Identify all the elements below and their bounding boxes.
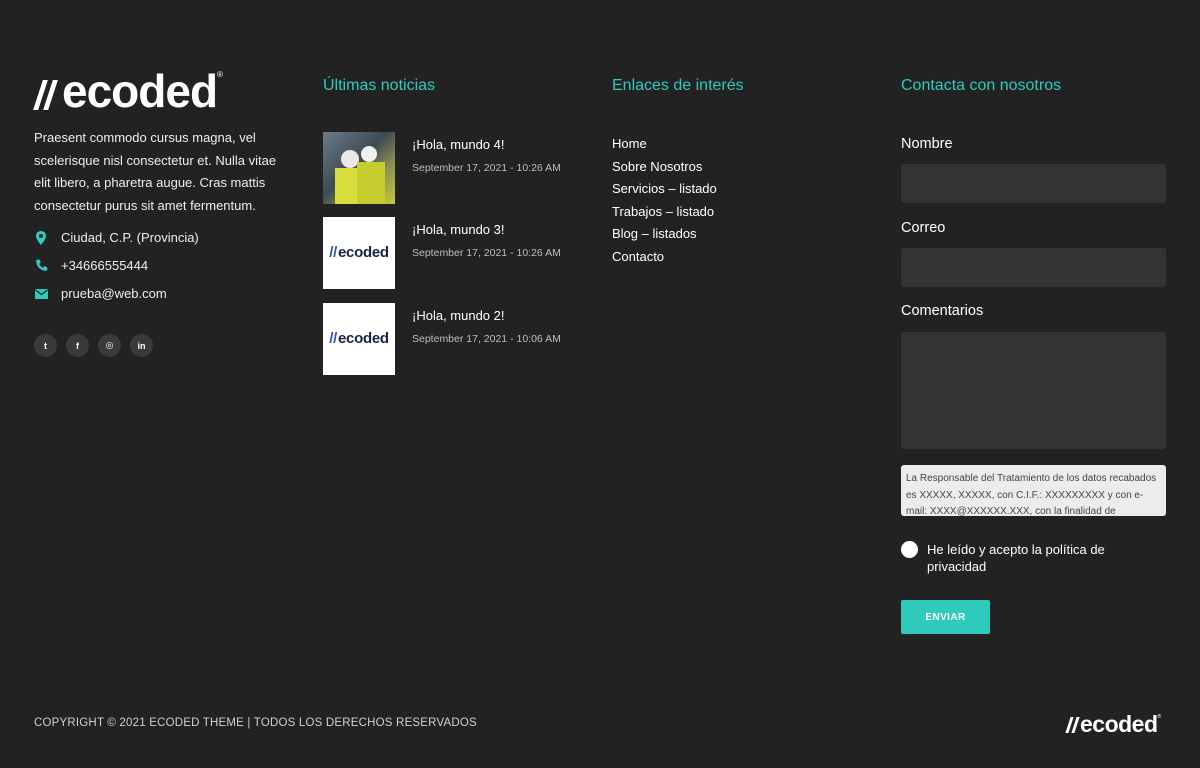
registered-mark: ® — [217, 70, 223, 79]
phone-text[interactable]: +34666555444 — [61, 258, 148, 273]
link-servicios[interactable]: Servicios – listado — [612, 178, 717, 201]
logo-text: ecoded — [62, 65, 218, 117]
mail-icon — [34, 287, 48, 301]
logo-slashes-icon — [1065, 717, 1080, 739]
news-title[interactable]: ¡Hola, mundo 4! — [412, 137, 561, 152]
news-item[interactable]: //ecoded ¡Hola, mundo 2! September 17, 2… — [323, 303, 561, 375]
comments-field[interactable] — [901, 332, 1166, 449]
registered-mark: ® — [1157, 714, 1162, 720]
news-date: September 17, 2021 - 10:06 AM — [412, 333, 561, 345]
consent-label[interactable]: He leído y acepto la política de privaci… — [927, 541, 1127, 575]
thumbnail-logo: //ecoded — [329, 244, 389, 261]
privacy-consent[interactable]: He leído y acepto la política de privaci… — [901, 541, 1127, 575]
address-text: Ciudad, C.P. (Provincia) — [61, 230, 199, 245]
about-text: Praesent commodo cursus magna, vel scele… — [34, 130, 277, 213]
privacy-notice-box[interactable]: La Responsable del Tratamiento de los da… — [901, 465, 1166, 516]
email-line[interactable]: prueba@web.com — [34, 286, 167, 301]
email-text[interactable]: prueba@web.com — [61, 286, 167, 301]
news-thumbnail[interactable]: //ecoded — [323, 303, 395, 375]
footer-logo[interactable]: ecoded ® — [1065, 711, 1162, 739]
copyright-text: COPYRIGHT © 2021 ECODED THEME | TODOS LO… — [34, 717, 477, 729]
twitter-icon[interactable]: t — [34, 334, 57, 357]
link-home[interactable]: Home — [612, 133, 717, 156]
name-field[interactable] — [901, 164, 1166, 203]
news-thumbnail[interactable]: //ecoded — [323, 217, 395, 289]
linkedin-icon[interactable]: in — [130, 334, 153, 357]
phone-icon — [34, 259, 48, 273]
link-trabajos[interactable]: Trabajos – listado — [612, 201, 717, 224]
consent-radio[interactable] — [901, 541, 918, 558]
link-contacto[interactable]: Contacto — [612, 246, 717, 269]
name-label: Nombre — [901, 136, 953, 152]
address-line: Ciudad, C.P. (Provincia) — [34, 230, 199, 245]
news-heading: Últimas noticias — [323, 77, 436, 94]
link-sobre-nosotros[interactable]: Sobre Nosotros — [612, 156, 717, 179]
links-heading: Enlaces de interés — [612, 77, 744, 94]
thumbnail-logo: //ecoded — [329, 330, 389, 347]
comments-label: Comentarios — [901, 303, 984, 319]
social-links: t f ◎ in — [34, 334, 153, 357]
news-date: September 17, 2021 - 10:26 AM — [412, 162, 561, 174]
news-item[interactable]: //ecoded ¡Hola, mundo 3! September 17, 2… — [323, 217, 561, 289]
news-title[interactable]: ¡Hola, mundo 3! — [412, 222, 561, 237]
logo-slashes-icon — [33, 80, 58, 122]
location-pin-icon — [34, 230, 48, 245]
facebook-icon[interactable]: f — [66, 334, 89, 357]
email-label: Correo — [901, 220, 946, 236]
news-item[interactable]: ¡Hola, mundo 4! September 17, 2021 - 10:… — [323, 132, 561, 204]
links-list: Home Sobre Nosotros Servicios – listado … — [612, 133, 717, 269]
instagram-icon[interactable]: ◎ — [98, 334, 121, 357]
news-thumbnail[interactable] — [323, 132, 395, 204]
news-title[interactable]: ¡Hola, mundo 2! — [412, 308, 561, 323]
submit-button[interactable]: ENVIAR — [901, 600, 990, 634]
footer-brand-logo[interactable]: ecoded ® — [33, 65, 223, 122]
link-blog[interactable]: Blog – listados — [612, 223, 717, 246]
logo-text: ecoded — [1080, 711, 1158, 737]
contact-heading: Contacta con nosotros — [901, 77, 1062, 94]
email-field[interactable] — [901, 248, 1166, 287]
phone-line[interactable]: +34666555444 — [34, 258, 148, 273]
news-date: September 17, 2021 - 10:26 AM — [412, 247, 561, 259]
